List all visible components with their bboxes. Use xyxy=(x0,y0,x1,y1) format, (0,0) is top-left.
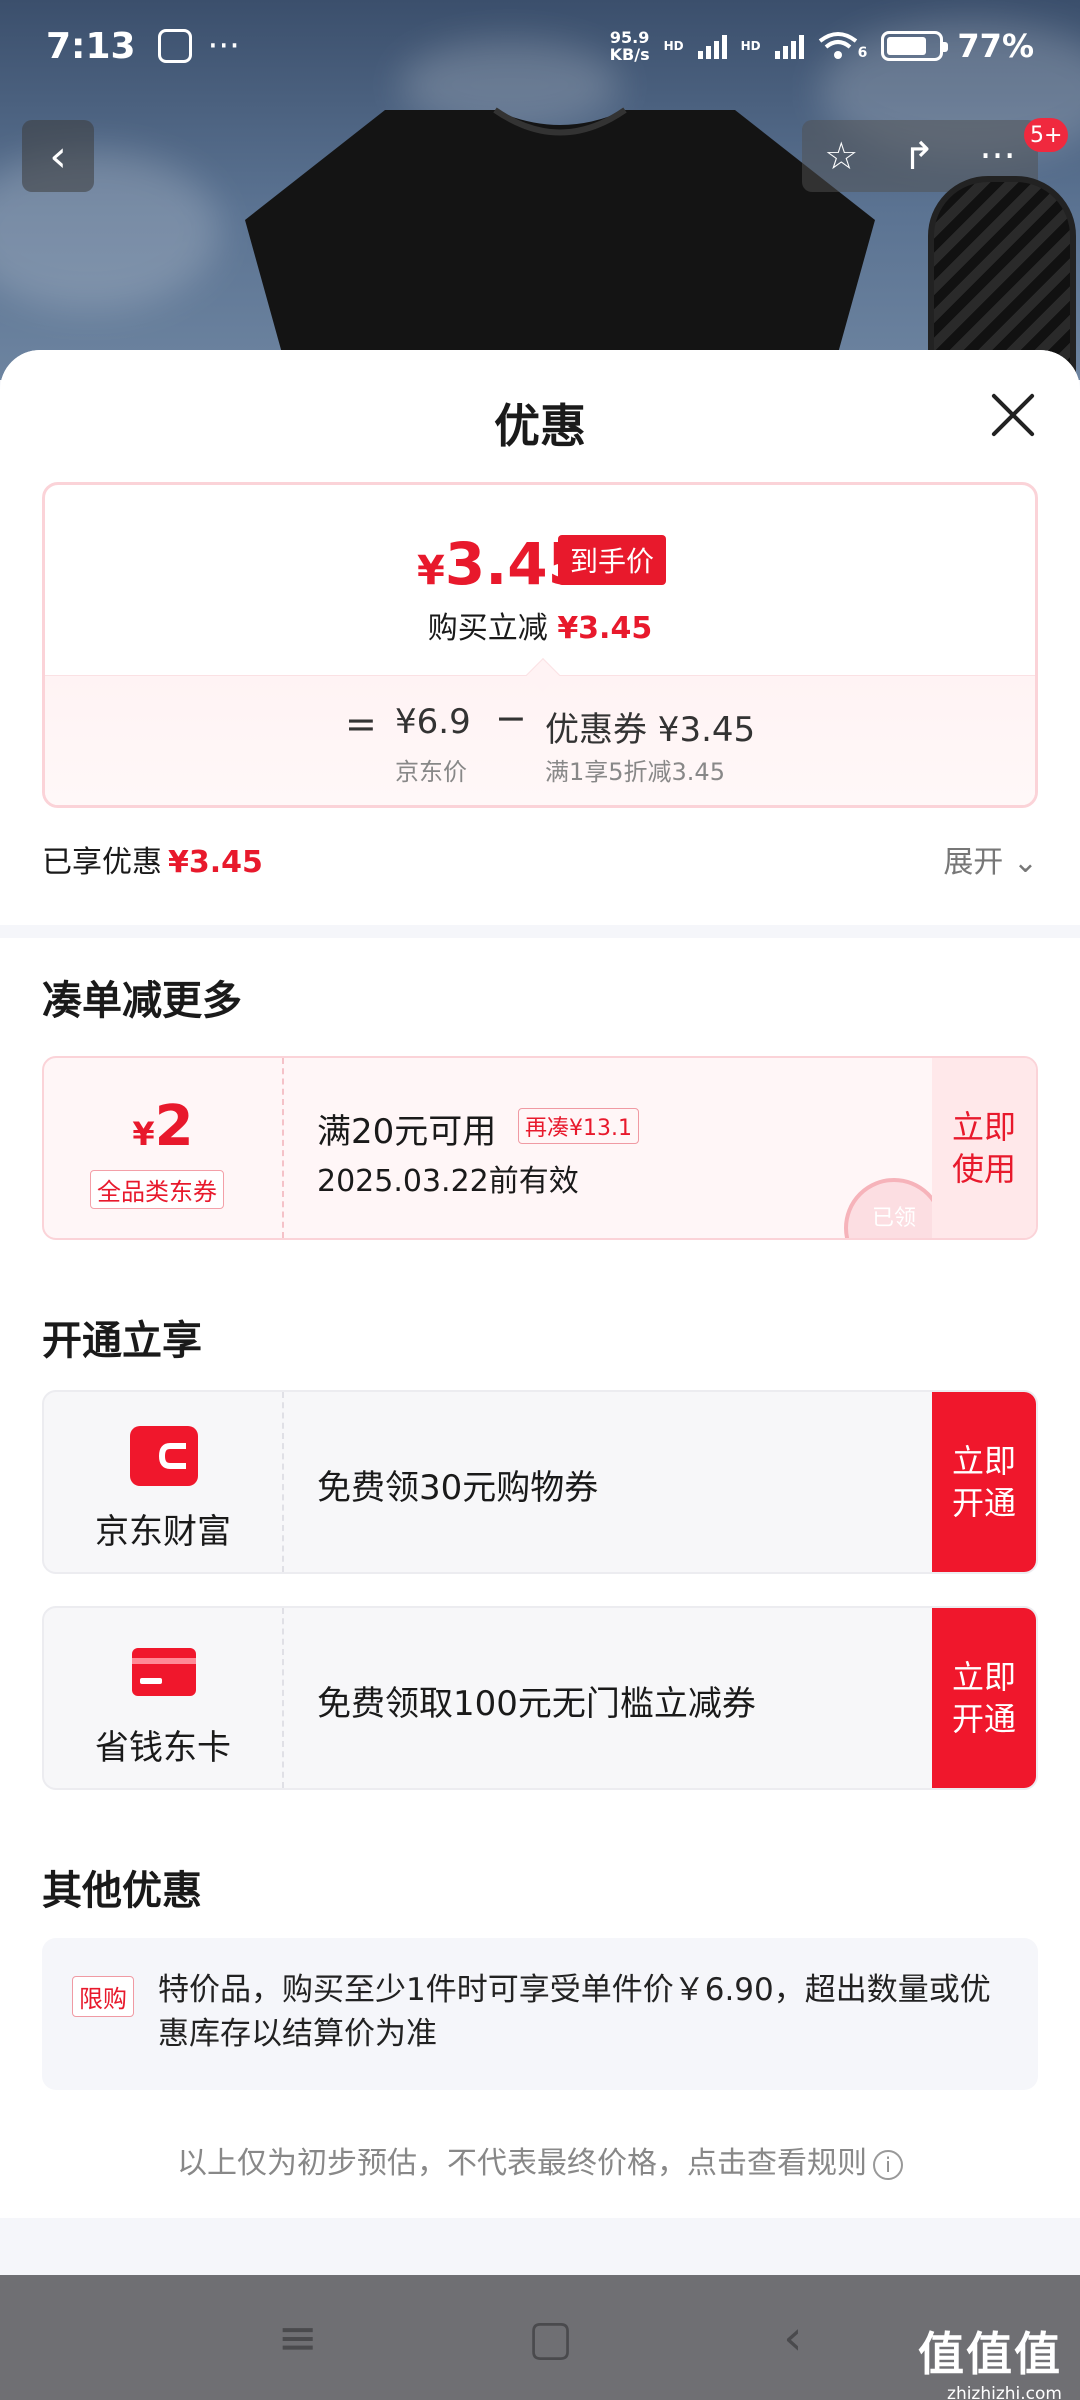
discount-sheet: 优惠 ¥3.45 到手价 购买立减 ¥3.45 = ¥6.9 京东价 − 优惠券… xyxy=(0,350,1080,2275)
use-coupon-button[interactable]: 立即使用 xyxy=(932,1058,1036,1238)
coupon-currency: ¥ xyxy=(132,1115,155,1153)
coupon-condition: 满20元可用 xyxy=(317,1112,497,1152)
final-price-currency: ¥ xyxy=(417,548,445,594)
wifi-icon: 6 xyxy=(818,31,868,61)
network-speed-value: 95.9 xyxy=(609,28,650,47)
hd-label-2: HD xyxy=(740,39,761,53)
other-discount-text: 特价品，购买至少1件时可享受单件价￥6.90，超出数量或优惠库存以结算价为准 xyxy=(158,1972,991,2052)
jd-price-value: ¥6.9 xyxy=(395,702,471,742)
instant-discount-value: ¥3.45 xyxy=(557,611,653,646)
tshirt-image xyxy=(245,107,875,380)
coupon-expiry: 2025.03.22前有效 xyxy=(317,1164,579,1199)
rules-footnote[interactable]: 以上仅为初步预估，不代表最终价格，点击查看规则 i xyxy=(0,2138,1080,2182)
signal-icon xyxy=(697,33,727,59)
open-saving-card-button[interactable]: 立即开通 xyxy=(932,1608,1036,1788)
clock-app-icon xyxy=(157,29,192,63)
sheet-header: 优惠 ¥3.45 到手价 购买立减 ¥3.45 = ¥6.9 京东价 − 优惠券… xyxy=(0,350,1080,925)
coupon-amount-value: 2 xyxy=(154,1094,194,1159)
network-speed-unit: KB/s xyxy=(609,45,650,64)
watermark-logo: 值值值 xyxy=(918,2327,1062,2381)
footnote-text: 以上仅为初步预估，不代表最终价格，点击查看规则 xyxy=(177,2146,867,2181)
back-icon: ‹ xyxy=(49,130,67,182)
saving-card-icon xyxy=(132,1648,196,1696)
other-discount-box: 限购 特价品，购买至少1件时可享受单件价￥6.90，超出数量或优惠库存以结算价为… xyxy=(42,1938,1038,2090)
menu-icon[interactable]: ≡ xyxy=(278,2310,318,2366)
coupon-amount: ¥2 xyxy=(44,1094,282,1159)
use-coupon-label: 立即使用 xyxy=(952,1108,1017,1188)
wifi-number: 6 xyxy=(857,45,868,61)
share-icon[interactable]: ↱ xyxy=(903,134,935,178)
coupon-card: ¥2 全品类东券 满20元可用 再凑¥13.1 2025.03.22前有效 已领… xyxy=(42,1056,1038,1240)
home-icon[interactable]: ▢ xyxy=(528,2310,573,2366)
sheet-body: 凑单减更多 ¥2 全品类东券 满20元可用 再凑¥13.1 2025.03.22… xyxy=(0,938,1080,2218)
open-button-label: 立即开通 xyxy=(952,1658,1017,1738)
info-icon[interactable]: i xyxy=(873,2149,903,2180)
open-section-title: 开通立享 xyxy=(42,1318,202,1364)
star-icon[interactable]: ☆ xyxy=(824,134,858,178)
battery-percent: 77% xyxy=(957,27,1034,65)
expand-button[interactable]: 展开 ⌄ xyxy=(943,837,1038,881)
cart-badge: 5+ xyxy=(1024,118,1069,152)
coupon-amount-area: ¥2 全品类东券 xyxy=(44,1058,284,1238)
instant-discount-label: 购买立减 xyxy=(427,611,548,646)
jd-wealth-icon xyxy=(130,1426,198,1486)
jd-price-label: 京东价 xyxy=(395,758,467,786)
hd-label-1: HD xyxy=(663,39,684,53)
more-notifications-icon: ··· xyxy=(207,26,240,66)
more-section-title: 凑单减更多 xyxy=(42,978,242,1024)
price-formula: = ¥6.9 京东价 − 优惠券 ¥3.45 满1享5折减3.45 xyxy=(45,658,1035,805)
status-bar: 7:13 ··· 95.9 KB/s HD HD 6 77% xyxy=(0,0,1080,92)
minus-sign: − xyxy=(495,696,527,740)
service-desc: 免费领取100元无门槛立减券 xyxy=(317,1684,756,1724)
more-icon[interactable]: ··· xyxy=(979,134,1015,178)
service-name: 省钱东卡 xyxy=(95,1728,231,1768)
service-desc: 免费领30元购物券 xyxy=(317,1468,599,1508)
back-button[interactable]: ‹ xyxy=(22,120,94,192)
close-icon[interactable] xyxy=(988,390,1038,440)
service-card-jd-wealth: 京东财富 免费领30元购物券 立即开通 xyxy=(42,1390,1038,1574)
service-name: 京东财富 xyxy=(95,1512,231,1552)
watermark: 值值值 zhizhizhi.com xyxy=(918,2318,1062,2400)
coupon-discount-value: 优惠券 ¥3.45 xyxy=(545,710,756,750)
coupon-kind: 全品类东券 xyxy=(90,1170,224,1209)
enjoyed-discount-label: 已享优惠 xyxy=(42,845,162,880)
other-section-title: 其他优惠 xyxy=(42,1868,202,1914)
open-jd-wealth-button[interactable]: 立即开通 xyxy=(932,1392,1036,1572)
signal-icon-2 xyxy=(774,33,804,59)
sheet-title: 优惠 xyxy=(494,399,586,453)
price-breakdown-card: ¥3.45 到手价 购买立减 ¥3.45 = ¥6.9 京东价 − 优惠券 ¥3… xyxy=(42,482,1038,808)
instant-discount-line: 购买立减 ¥3.45 xyxy=(45,603,1035,647)
equals-sign: = xyxy=(345,702,377,746)
network-speed: 95.9 KB/s xyxy=(610,29,650,63)
coupon-remaining-pill: 再凑¥13.1 xyxy=(518,1108,639,1144)
back-nav-icon[interactable]: ‹ xyxy=(783,2310,802,2366)
coupon-discount-rule: 满1享5折减3.45 xyxy=(545,758,725,786)
watermark-url: zhizhizhi.com xyxy=(947,2384,1062,2400)
battery-icon xyxy=(881,31,949,61)
claimed-stamp: 已领 xyxy=(844,1178,944,1238)
limit-tag: 限购 xyxy=(72,1976,134,2017)
enjoyed-discount-value: ¥3.45 xyxy=(168,845,263,880)
service-card-saving-card: 省钱东卡 免费领取100元无门槛立减券 立即开通 xyxy=(42,1606,1038,1790)
enjoyed-discount: 已享优惠 ¥3.45 xyxy=(42,837,263,881)
final-price-tag: 到手价 xyxy=(558,535,667,585)
open-button-label: 立即开通 xyxy=(952,1442,1017,1522)
status-time: 7:13 xyxy=(46,25,136,67)
